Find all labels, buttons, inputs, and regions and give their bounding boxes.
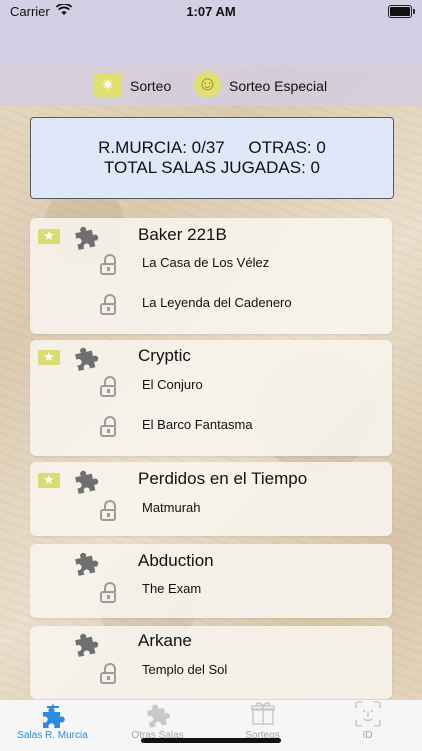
- room-name: El Conjuro: [142, 377, 203, 392]
- ticket-icon[interactable]: [94, 73, 122, 98]
- lock-icon: [100, 416, 118, 438]
- lock-icon: [100, 500, 118, 522]
- navigation-bar: Carrier 1:07 AM: [0, 0, 422, 66]
- smiley-face-icon[interactable]: ☺: [194, 71, 221, 98]
- room-name: Templo del Sol: [142, 662, 228, 677]
- company-card[interactable]: Abduction The Exam: [30, 544, 392, 618]
- status-time: 1:07 AM: [186, 4, 236, 19]
- lock-icon: [100, 663, 118, 685]
- star-badge-icon: [38, 472, 60, 488]
- room-name: The Exam: [142, 581, 202, 596]
- company-name: Arkane: [138, 631, 192, 650]
- room-name: El Barco Fantasma: [142, 417, 253, 432]
- progress-summary: R.MURCIA: 0/37 OTRAS: 0 TOTAL SALAS JUGA…: [30, 117, 394, 199]
- puzzle-icon: [72, 548, 100, 576]
- tab-id[interactable]: ID: [315, 700, 420, 751]
- summary-line-counts: R.MURCIA: 0/37 OTRAS: 0: [98, 138, 326, 157]
- puzzle-icon: [105, 700, 210, 730]
- puzzle-icon: [72, 629, 100, 657]
- company-name: Abduction: [138, 551, 214, 570]
- company-name: Cryptic: [138, 346, 191, 365]
- battery-icon: [388, 5, 415, 18]
- tab-bar: Salas R. Murcia Otras Salas Sorteos ID: [0, 699, 422, 751]
- room-name: La Leyenda del Cadenero: [142, 295, 292, 310]
- puzzle-icon: [72, 343, 100, 371]
- company-card[interactable]: Arkane Templo del Sol: [30, 626, 392, 699]
- gift-icon: [210, 700, 315, 730]
- lock-icon: [100, 294, 118, 316]
- sorteo-especial-button[interactable]: Sorteo Especial: [229, 78, 327, 94]
- sorteo-button[interactable]: Sorteo: [130, 78, 171, 94]
- tab-salas-r-murcia[interactable]: Salas R. Murcia: [0, 700, 105, 751]
- home-indicator: [141, 738, 281, 743]
- company-card[interactable]: Baker 221B La Casa de Los Vélez La Leyen…: [30, 218, 392, 334]
- company-name: Baker 221B: [138, 225, 227, 244]
- puzzle-crown-icon: [0, 700, 105, 730]
- puzzle-icon: [72, 466, 100, 494]
- company-name: Perdidos en el Tiempo: [138, 469, 308, 488]
- company-card[interactable]: Perdidos en el Tiempo Matmurah: [30, 462, 392, 536]
- star-badge-icon: [38, 228, 60, 244]
- summary-line-total: TOTAL SALAS JUGADAS: 0: [103, 158, 321, 177]
- company-card[interactable]: Cryptic El Conjuro El Barco Fantasma: [30, 340, 392, 456]
- tab-otras-salas[interactable]: Otras Salas: [105, 700, 210, 751]
- lock-icon: [100, 582, 118, 604]
- tab-label: Salas R. Murcia: [17, 730, 88, 741]
- tab-label: ID: [362, 730, 373, 741]
- puzzle-icon: [72, 222, 100, 250]
- face-id-icon: [315, 700, 420, 730]
- lock-icon: [100, 254, 118, 276]
- star-badge-icon: [38, 349, 60, 365]
- tab-sorteos[interactable]: Sorteos: [210, 700, 315, 751]
- room-name: Matmurah: [142, 500, 201, 515]
- status-bar: Carrier 1:07 AM: [0, 0, 422, 22]
- room-name: La Casa de Los Vélez: [142, 255, 270, 270]
- lock-icon: [100, 376, 118, 398]
